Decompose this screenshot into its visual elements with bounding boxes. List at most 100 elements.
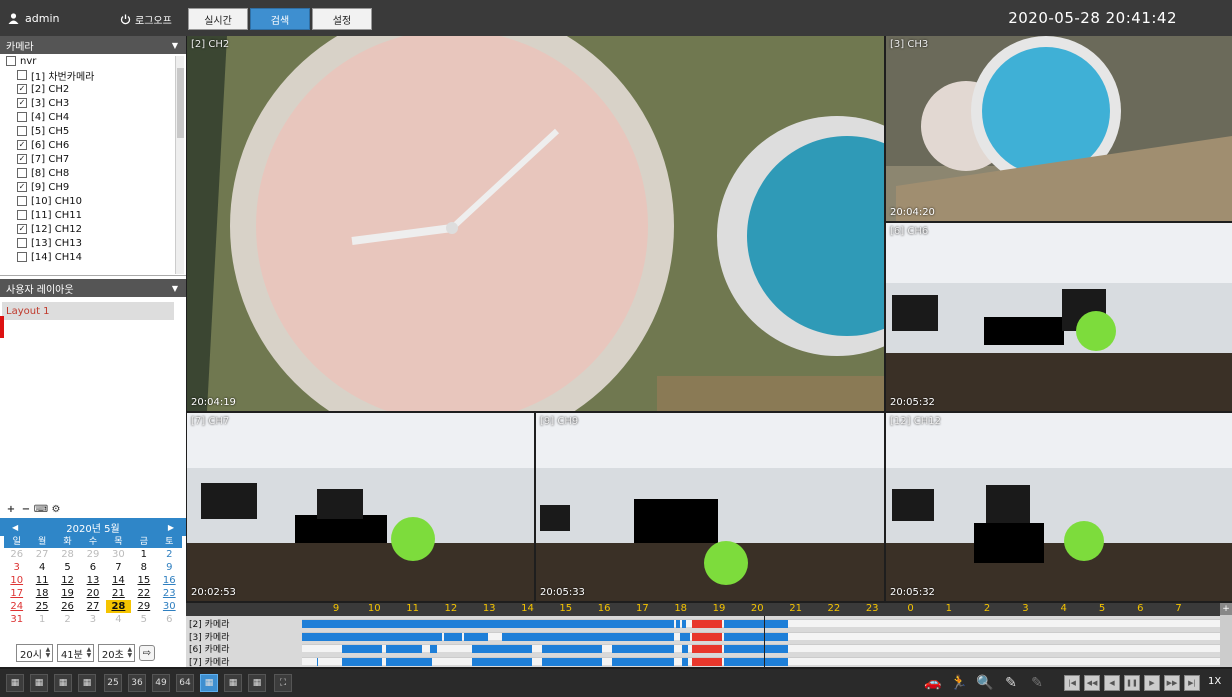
checkbox[interactable] [17,210,27,220]
calendar-day[interactable]: 4 [106,613,131,626]
checkbox-checked[interactable]: ✓ [17,154,27,164]
calendar-day[interactable]: 26 [4,548,29,561]
calendar-day[interactable]: 5 [55,561,80,574]
calendar-day[interactable]: 6 [80,561,105,574]
tab-live[interactable]: 실시간 [188,8,248,30]
video-tile[interactable]: [12] CH12 20:05:32 [886,413,1232,601]
camera-list-item[interactable]: [8] CH8 [0,166,186,180]
video-tile[interactable]: [3] CH3 20:04:20 [886,36,1232,221]
calendar-day[interactable]: 3 [4,561,29,574]
export-icon[interactable]: ✎ [1002,674,1020,692]
layout-64-button[interactable]: 64 [176,674,194,692]
camera-list-item[interactable]: ✓ [12] CH12 [0,222,186,236]
running-person-icon[interactable]: 🏃 [950,674,968,692]
last-frame-button[interactable]: ▶| [1184,675,1200,691]
checkbox[interactable] [17,70,27,80]
calendar-day[interactable]: 19 [55,587,80,600]
checkbox[interactable] [6,56,16,66]
camera-tree-root[interactable]: nvr [0,54,186,68]
timeline-zoom-bar[interactable]: + [1220,603,1232,667]
checkbox[interactable] [17,238,27,248]
video-tile[interactable]: [6] CH6 20:05:32 [886,223,1232,411]
layout-2x2-button[interactable]: ▦ [30,674,48,692]
layout-panel-header[interactable]: 사용자 레이아웃 ▼ [0,279,186,297]
camera-list-item[interactable]: [5] CH5 [0,124,186,138]
tab-settings[interactable]: 설정 [312,8,372,30]
timeline-cursor[interactable] [764,616,765,667]
zoom-in-icon[interactable]: + [1220,603,1232,615]
calendar-day[interactable]: 30 [157,600,182,613]
camera-list-item[interactable]: ✓ [3] CH3 [0,96,186,110]
checkbox[interactable] [17,126,27,136]
next-month-icon[interactable]: ▶ [168,523,174,532]
video-tile[interactable]: [9] CH9 20:05:33 [536,413,884,601]
calendar-day[interactable]: 27 [80,600,105,613]
calendar-day[interactable]: 10 [4,574,29,587]
calendar-day[interactable]: 8 [131,561,156,574]
layout-custom2-button[interactable]: ▦ [224,674,242,692]
go-to-time-button[interactable]: ⇨ [138,645,155,661]
timeline-track[interactable] [302,631,1221,641]
remove-icon[interactable]: − [20,503,32,515]
layout-25-button[interactable]: 25 [104,674,122,692]
second-spinner[interactable]: 20초 ▲ ▼ [97,644,135,662]
video-tile[interactable]: [7] CH7 20:02:53 [187,413,534,601]
checkbox-checked[interactable]: ✓ [17,140,27,150]
calendar-day[interactable]: 28 [55,548,80,561]
add-icon[interactable]: + [5,503,17,515]
timeline-track[interactable] [302,644,1221,653]
timeline-row[interactable]: [6] 카메라 [186,642,1221,655]
calendar-day[interactable]: 20 [80,587,105,600]
car-icon[interactable]: 🚗 [924,674,942,692]
spinner-arrows-icon[interactable]: ▲ ▼ [85,647,93,659]
logout-button[interactable]: 로그오프 [120,12,172,27]
layout-49-button[interactable]: 49 [152,674,170,692]
camera-panel-header[interactable]: 카메라 ▼ [0,36,186,54]
calendar-day[interactable]: 18 [29,587,54,600]
checkbox-checked[interactable]: ✓ [17,98,27,108]
camera-list-item[interactable]: [13] CH13 [0,236,186,250]
first-frame-button[interactable]: |◀ [1064,675,1080,691]
camera-list-item[interactable]: [10] CH10 [0,194,186,208]
calendar-day[interactable]: 22 [131,587,156,600]
minute-spinner[interactable]: 41분 ▲ ▼ [56,644,94,662]
calendar-day[interactable]: 24 [4,600,29,613]
magnifier-icon[interactable]: 🔍 [976,674,994,692]
spinner-arrows-icon[interactable]: ▲ ▼ [44,647,52,659]
gear-icon[interactable]: ⚙ [50,503,62,515]
camera-list-item[interactable]: [11] CH11 [0,208,186,222]
camera-list-item[interactable]: ✓ [7] CH7 [0,152,186,166]
calendar-day[interactable]: 31 [4,613,29,626]
calendar-day[interactable]: 25 [29,600,54,613]
calendar-day[interactable]: 3 [80,613,105,626]
play-button[interactable]: ▶ [1144,675,1160,691]
checkbox[interactable] [17,196,27,206]
timeline-row[interactable]: [2] 카메라 [186,617,1221,630]
calendar-day[interactable]: 2 [157,548,182,561]
rewind-button[interactable]: ◀◀ [1084,675,1100,691]
calendar-day[interactable]: 15 [131,574,156,587]
calendar-day[interactable]: 2 [55,613,80,626]
calendar-day[interactable]: 1 [131,548,156,561]
calendar-day[interactable]: 29 [80,548,105,561]
calendar-day[interactable]: 17 [4,587,29,600]
calendar-day[interactable]: 6 [157,613,182,626]
calendar-day[interactable]: 27 [29,548,54,561]
prev-month-icon[interactable]: ◀ [12,523,18,532]
camera-list-item[interactable]: ✓ [6] CH6 [0,138,186,152]
timeline-track[interactable] [302,619,1221,628]
calendar-day[interactable]: 4 [29,561,54,574]
layout-3x3-button[interactable]: ▦ [54,674,72,692]
calendar-day[interactable]: 16 [157,574,182,587]
calendar-day[interactable]: 30 [106,548,131,561]
calendar-day[interactable]: 21 [106,587,131,600]
hour-spinner[interactable]: 20시 ▲ ▼ [16,644,53,662]
panel-collapse-handle[interactable] [0,316,4,338]
camera-list-item[interactable]: [4] CH4 [0,110,186,124]
pause-button[interactable]: ❚❚ [1124,675,1140,691]
layout-item[interactable]: Layout 1 [2,302,174,320]
calendar-day[interactable]: 28 [105,600,132,613]
checkbox[interactable] [17,112,27,122]
layout-custom3-button[interactable]: ▦ [248,674,266,692]
checkbox-checked[interactable]: ✓ [17,224,27,234]
